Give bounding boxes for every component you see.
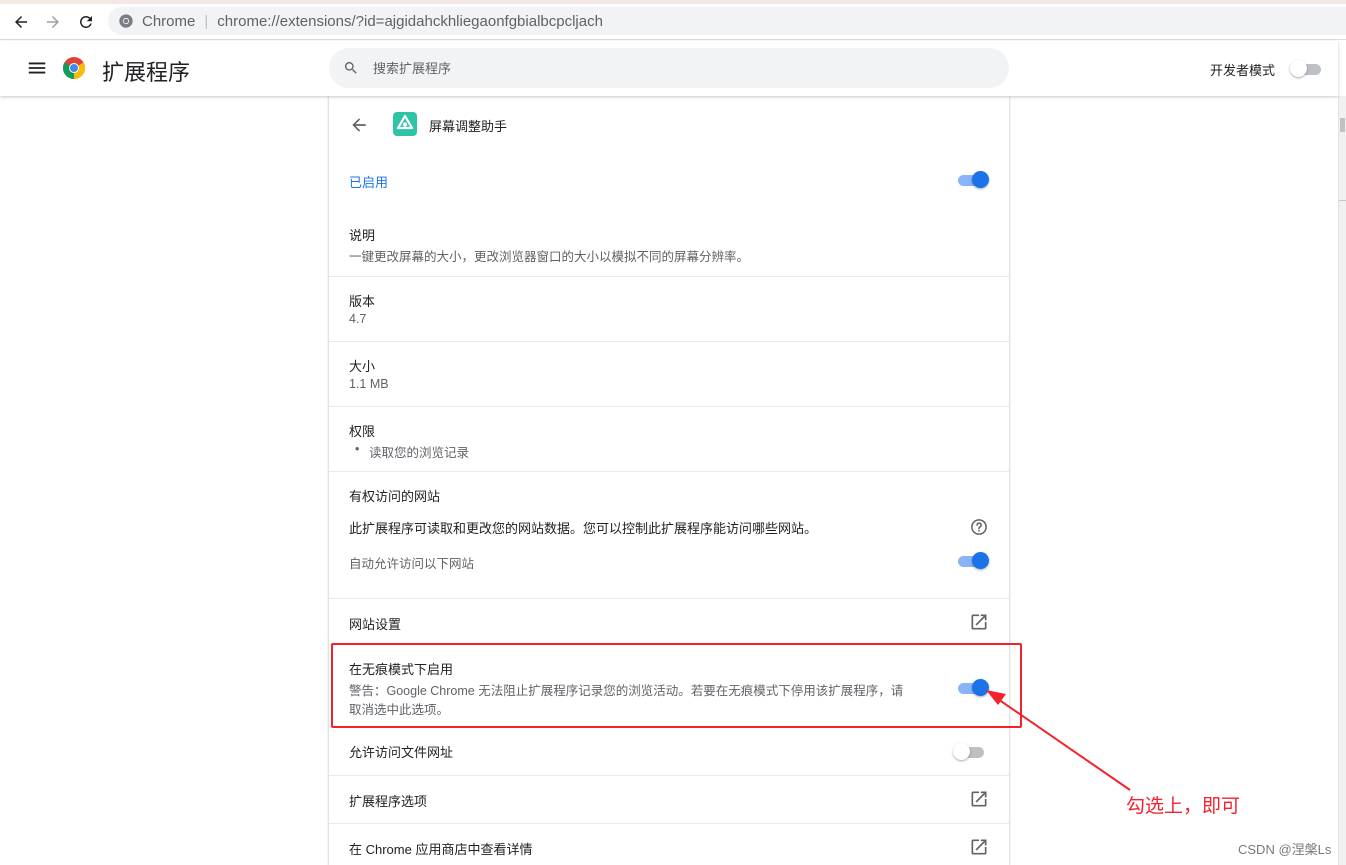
annotation-text: 勾选上，即可 <box>1126 796 1241 817</box>
annotation-arrow <box>986 690 1131 791</box>
